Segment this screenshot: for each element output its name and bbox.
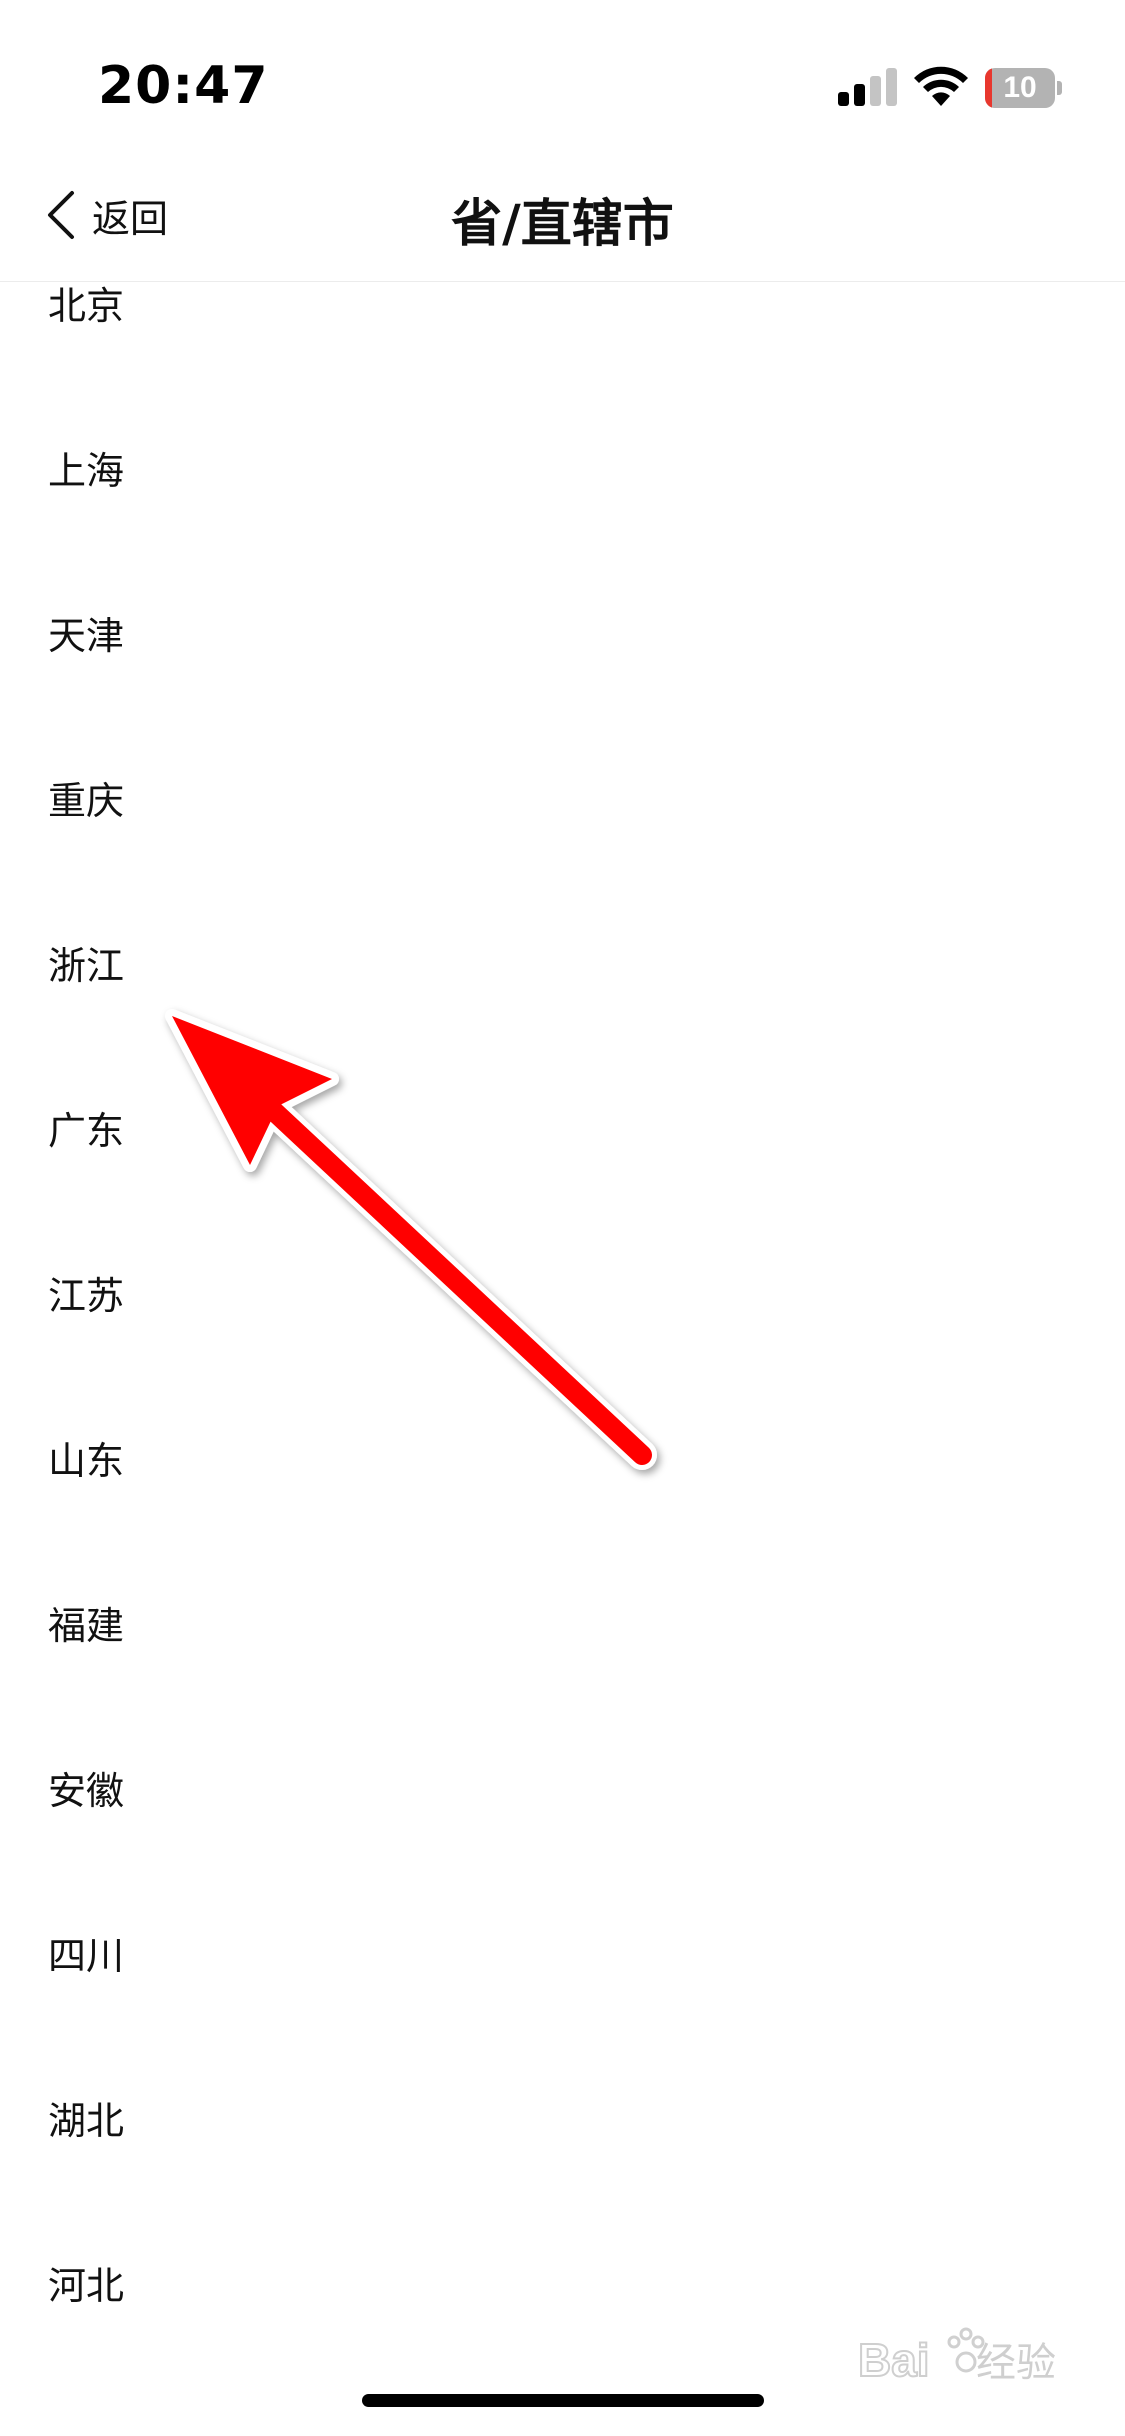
list-item-label: 北京 — [48, 284, 125, 328]
battery-percentage: 10 — [1003, 71, 1037, 104]
list-item-label: 福建 — [48, 1604, 125, 1648]
list-item-zhejiang[interactable]: 浙江 — [0, 885, 1125, 1050]
list-item-label: 上海 — [48, 449, 125, 493]
list-item-label: 浙江 — [48, 944, 125, 988]
list-item-sichuan[interactable]: 四川 — [0, 1875, 1125, 2040]
list-item-tianjin[interactable]: 天津 — [0, 555, 1125, 720]
list-item-label: 湖北 — [48, 2099, 125, 2143]
signal-icon — [838, 68, 897, 106]
list-item-label: 四川 — [48, 1934, 125, 1978]
list-item-hubei[interactable]: 湖北 — [0, 2040, 1125, 2205]
list-item-label: 重庆 — [48, 779, 125, 823]
list-item-label: 安徽 — [48, 1769, 125, 1813]
list-item-guangdong[interactable]: 广东 — [0, 1050, 1125, 1215]
home-indicator[interactable] — [362, 2394, 764, 2407]
wifi-icon — [914, 66, 968, 106]
navigation-bar: 返回 省/直辖市 — [0, 150, 1125, 282]
list-item-label: 河北 — [48, 2264, 125, 2308]
baidu-watermark: Bai 经验 — [858, 2327, 1056, 2387]
list-item-jiangsu[interactable]: 江苏 — [0, 1215, 1125, 1380]
svg-text:经验: 经验 — [976, 2340, 1056, 2386]
list-item-chongqing[interactable]: 重庆 — [0, 720, 1125, 885]
battery-icon: 10 — [985, 68, 1063, 108]
list-item-label: 山东 — [48, 1439, 125, 1483]
svg-text:Bai: Bai — [858, 2334, 930, 2386]
list-item-label: 江苏 — [48, 1274, 125, 1318]
province-list: 北京 上海 天津 重庆 浙江 广东 江苏 山东 福建 安徽 四川 湖北 河北 — [0, 282, 1125, 2370]
list-item-fujian[interactable]: 福建 — [0, 1545, 1125, 1710]
list-item-label: 天津 — [48, 614, 125, 658]
status-time: 20:47 — [98, 56, 269, 116]
status-bar: 20:47 10 — [0, 0, 1125, 150]
list-item-anhui[interactable]: 安徽 — [0, 1710, 1125, 1875]
list-item-beijing[interactable]: 北京 — [0, 282, 1125, 390]
list-item-shandong[interactable]: 山东 — [0, 1380, 1125, 1545]
page-title: 省/直辖市 — [451, 195, 674, 254]
list-item-label: 广东 — [48, 1109, 125, 1153]
list-item-shanghai[interactable]: 上海 — [0, 390, 1125, 555]
